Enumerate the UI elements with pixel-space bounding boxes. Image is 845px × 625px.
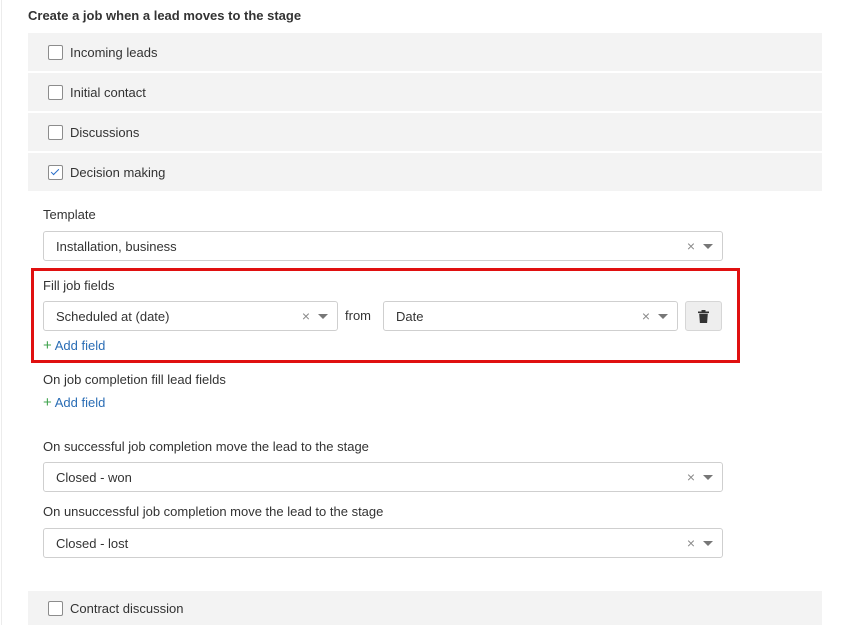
section-heading: Create a job when a lead moves to the st…: [28, 8, 302, 23]
trash-icon: [698, 309, 709, 323]
stage-checkbox[interactable]: [48, 124, 63, 140]
stage-row-decision-making[interactable]: Decision making: [28, 153, 822, 191]
job-field-select[interactable]: Scheduled at (date) ×: [43, 301, 338, 331]
source-field-select-value: Date: [396, 308, 424, 324]
stage-label: Incoming leads: [70, 44, 158, 60]
failure-stage-select[interactable]: Closed - lost ×: [43, 528, 723, 558]
source-field-select[interactable]: Date ×: [383, 301, 678, 331]
chevron-down-icon[interactable]: [703, 474, 713, 480]
delete-field-button[interactable]: [685, 301, 722, 331]
failure-stage-label: On unsuccessful job completion move the …: [43, 504, 384, 519]
stage-row-incoming-leads[interactable]: Incoming leads: [28, 33, 822, 71]
page: Create a job when a lead moves to the st…: [0, 0, 845, 625]
stage-checkbox[interactable]: [48, 600, 63, 616]
clear-icon[interactable]: ×: [683, 239, 699, 253]
plus-icon: +: [43, 337, 52, 354]
template-label: Template: [43, 207, 96, 222]
chevron-down-icon[interactable]: [703, 540, 713, 546]
from-label: from: [345, 308, 371, 323]
job-field-select-value: Scheduled at (date): [56, 308, 170, 324]
template-select[interactable]: Installation, business ×: [43, 231, 723, 261]
stage-row-discussions[interactable]: Discussions: [28, 113, 822, 151]
completion-fill-label: On job completion fill lead fields: [43, 372, 226, 387]
template-select-value: Installation, business: [56, 238, 177, 254]
stage-checkbox-checked[interactable]: [48, 164, 63, 180]
stage-label: Contract discussion: [70, 600, 184, 616]
stage-checkbox[interactable]: [48, 44, 63, 60]
chevron-down-icon[interactable]: [318, 313, 328, 319]
fill-job-fields-label: Fill job fields: [43, 278, 115, 293]
success-stage-label: On successful job completion move the le…: [43, 439, 369, 454]
clear-icon[interactable]: ×: [638, 309, 654, 323]
add-field-label: Add field: [54, 338, 106, 353]
stage-row-initial-contact[interactable]: Initial contact: [28, 73, 822, 111]
clear-icon[interactable]: ×: [683, 536, 699, 550]
chevron-down-icon[interactable]: [703, 243, 713, 249]
success-stage-select[interactable]: Closed - won ×: [43, 462, 723, 492]
stage-row-contract-discussion[interactable]: Contract discussion: [28, 591, 822, 625]
plus-icon: +: [43, 394, 52, 411]
add-field-label: Add field: [54, 395, 106, 410]
add-lead-field-link[interactable]: + Add field: [43, 395, 105, 410]
stage-checkbox[interactable]: [48, 84, 63, 100]
failure-stage-select-value: Closed - lost: [56, 535, 129, 551]
stage-label: Discussions: [70, 124, 140, 140]
clear-icon[interactable]: ×: [683, 470, 699, 484]
add-job-field-link[interactable]: + Add field: [43, 338, 105, 353]
stage-label: Initial contact: [70, 84, 146, 100]
clear-icon[interactable]: ×: [298, 309, 314, 323]
left-divider: [1, 0, 2, 625]
stage-label: Decision making: [70, 164, 166, 180]
chevron-down-icon[interactable]: [658, 313, 668, 319]
success-stage-select-value: Closed - won: [56, 469, 132, 485]
